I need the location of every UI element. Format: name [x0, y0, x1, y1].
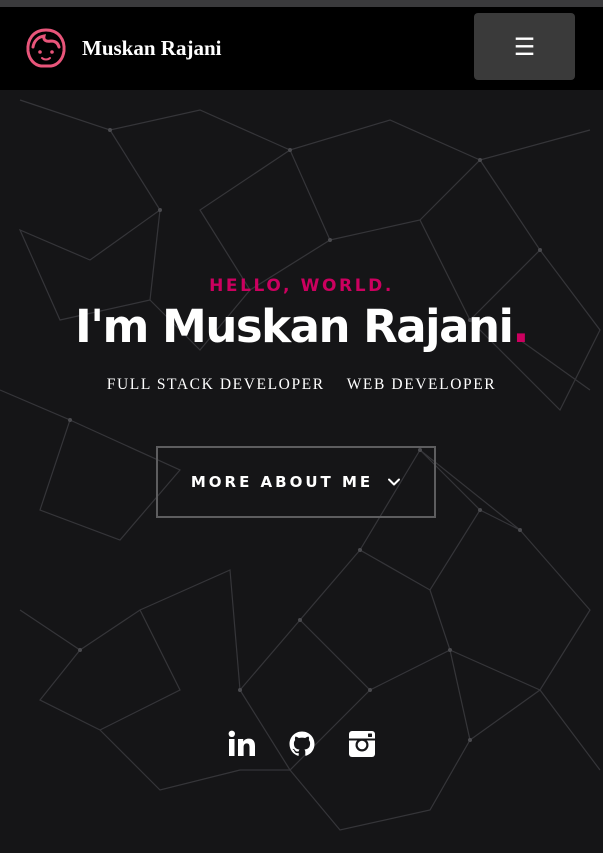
more-about-me-label: MORE ABOUT ME: [190, 473, 374, 491]
hero-headline: I'm Muskan Rajani.: [0, 300, 603, 353]
headline-text: I'm Muskan Rajani: [74, 300, 514, 353]
more-about-me-button[interactable]: MORE ABOUT ME: [156, 446, 436, 518]
social-links: [0, 730, 603, 762]
role-web-developer: WEB DEVELOPER: [346, 376, 497, 393]
linkedin-icon[interactable]: [228, 730, 256, 758]
headline-dot: .: [512, 300, 529, 353]
hero-section: HELLO, WORLD. I'm Muskan Rajani. FULL ST…: [0, 0, 603, 853]
instagram-icon[interactable]: [348, 730, 376, 758]
chevron-down-icon: [388, 478, 401, 486]
role-full-stack: FULL STACK DEVELOPER: [106, 376, 325, 393]
hero-roles: FULL STACK DEVELOPER WEB DEVELOPER: [0, 376, 603, 394]
hero-greeting: HELLO, WORLD.: [209, 276, 394, 296]
github-icon[interactable]: [288, 730, 316, 758]
